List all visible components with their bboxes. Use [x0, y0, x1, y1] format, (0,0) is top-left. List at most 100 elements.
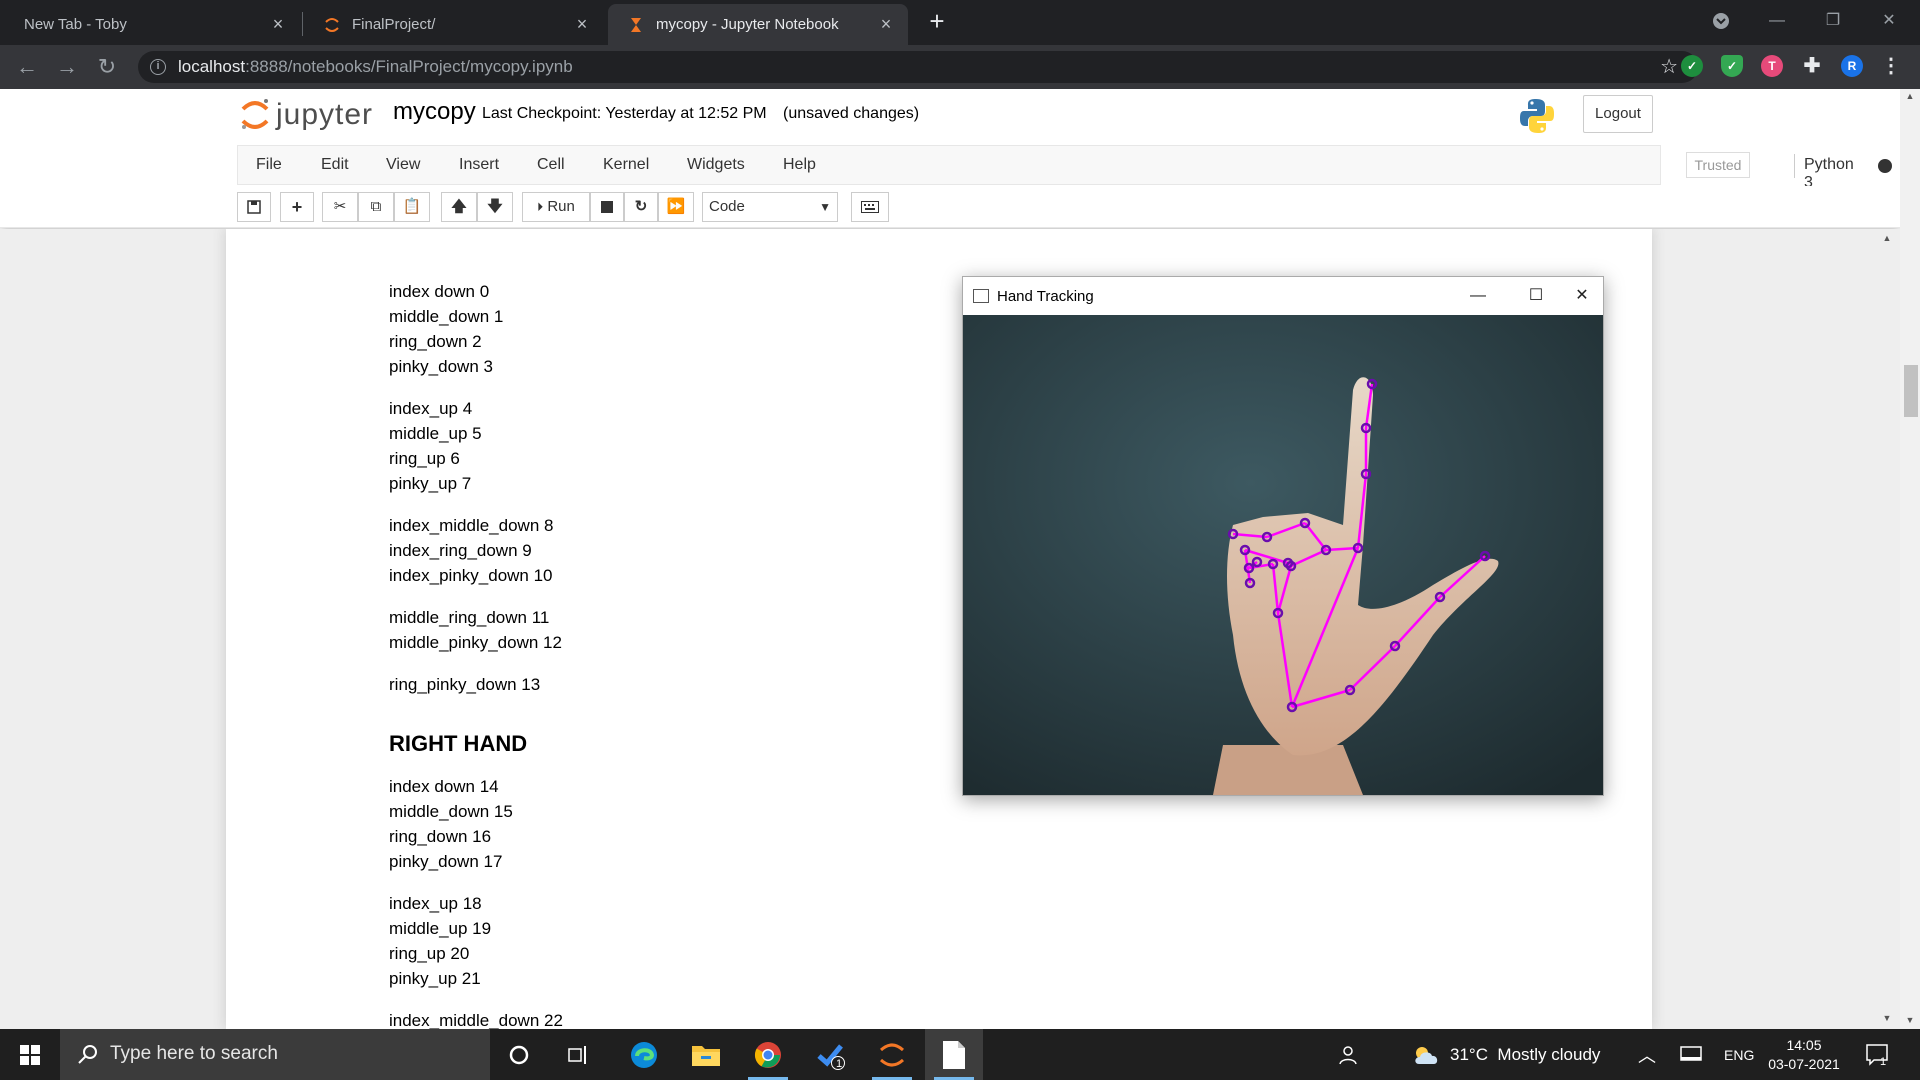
- file-explorer-app[interactable]: [677, 1029, 735, 1080]
- profile-avatar[interactable]: R: [1841, 55, 1863, 77]
- taskbar-search-box[interactable]: Type here to search: [60, 1029, 490, 1080]
- right-hand-heading: RIGHT HAND: [389, 731, 528, 756]
- menu-widgets[interactable]: Widgets: [687, 156, 745, 174]
- people-button[interactable]: [1336, 1029, 1358, 1080]
- arm-shape: [1213, 745, 1363, 795]
- scrollbar-thumb[interactable]: [1904, 365, 1918, 417]
- cut-button[interactable]: ✂: [322, 192, 358, 222]
- task-view-button[interactable]: [550, 1029, 608, 1080]
- cell-type-select[interactable]: Code ▼: [702, 192, 838, 222]
- jupyter-app[interactable]: [863, 1029, 921, 1080]
- page-scrollbar[interactable]: ▲ ▼: [1900, 89, 1920, 1029]
- close-button[interactable]: ✕: [1559, 283, 1605, 309]
- menu-insert[interactable]: Insert: [459, 156, 499, 174]
- close-tab-icon[interactable]: ×: [878, 15, 894, 33]
- menu-cell[interactable]: Cell: [537, 156, 565, 174]
- bookmark-star-icon[interactable]: ☆: [1660, 54, 1678, 79]
- jupyter-logo-icon: [241, 99, 269, 129]
- extensions-puzzle-icon[interactable]: ✚: [1801, 55, 1823, 77]
- logout-button[interactable]: Logout: [1583, 95, 1653, 133]
- extension-shield-icon[interactable]: ✓: [1721, 55, 1743, 77]
- markdown-group: index_middle_down 8 index_ring_down 9 in…: [389, 513, 553, 588]
- markdown-line: ring_pinky_down 13: [389, 675, 541, 694]
- tab-title: FinalProject/: [352, 16, 436, 33]
- run-button[interactable]: ⏵ Run: [522, 192, 590, 222]
- hourglass-favicon-icon: [628, 17, 644, 33]
- kernel-separator: [1794, 154, 1795, 178]
- todo-app[interactable]: 1: [801, 1029, 859, 1080]
- people-icon: [1339, 1045, 1357, 1064]
- notebook-name[interactable]: mycopy: [393, 98, 476, 126]
- chrome-menu-icon[interactable]: ⋮: [1880, 55, 1902, 77]
- document-icon: [943, 1040, 965, 1069]
- extension-check-icon[interactable]: ✓: [1681, 55, 1703, 77]
- paste-button[interactable]: 📋: [394, 192, 430, 222]
- menu-edit[interactable]: Edit: [321, 156, 349, 174]
- close-window-button[interactable]: ✕: [1866, 6, 1912, 36]
- clock-time: 14:05: [1786, 1037, 1822, 1053]
- markdown-line: pinky_up 21: [389, 969, 481, 988]
- notebook-scroll-down-icon[interactable]: ▼: [1878, 1013, 1896, 1023]
- reload-icon[interactable]: ↻: [92, 52, 122, 82]
- close-tab-icon[interactable]: ×: [270, 15, 286, 33]
- extension-t-icon[interactable]: T: [1761, 55, 1783, 77]
- restart-run-all-button[interactable]: ⏩: [658, 192, 694, 222]
- markdown-group: middle_ring_down 11 middle_pinky_down 12: [389, 605, 562, 655]
- maximize-button[interactable]: ☐: [1513, 283, 1559, 309]
- jupyter-logo[interactable]: jupyter: [240, 97, 373, 133]
- scroll-down-icon[interactable]: ▼: [1904, 1015, 1916, 1025]
- menu-kernel[interactable]: Kernel: [603, 156, 649, 174]
- back-arrow-icon[interactable]: ←: [12, 52, 42, 82]
- scroll-up-icon[interactable]: ▲: [1904, 91, 1916, 101]
- markdown-group: ring_pinky_down 13: [389, 672, 540, 697]
- edge-app[interactable]: [615, 1029, 673, 1080]
- markdown-line: middle_up 19: [389, 919, 492, 938]
- show-hidden-icons-button[interactable]: ︿: [1638, 1029, 1656, 1080]
- save-button[interactable]: [237, 192, 271, 222]
- jupyter-wordmark: jupyter: [276, 98, 374, 131]
- folder-icon: [692, 1045, 720, 1066]
- hand-tracking-window[interactable]: Hand Tracking — ☐ ✕: [962, 276, 1604, 796]
- menu-view[interactable]: View: [386, 156, 420, 174]
- display-icon[interactable]: [1680, 1029, 1702, 1080]
- tab-mycopy[interactable]: mycopy - Jupyter Notebook ×: [608, 4, 908, 45]
- site-info-icon[interactable]: i: [150, 59, 166, 75]
- hand-tracking-titlebar[interactable]: Hand Tracking — ☐ ✕: [963, 277, 1603, 315]
- notebook-scroll-up-icon[interactable]: ▲: [1878, 233, 1896, 243]
- minimize-button[interactable]: —: [1455, 283, 1501, 309]
- cortana-button[interactable]: [490, 1029, 548, 1080]
- taskbar-clock[interactable]: 14:05 03-07-2021: [1764, 1036, 1844, 1074]
- restore-window-button[interactable]: ❐: [1810, 6, 1856, 36]
- action-center-button[interactable]: 1: [1866, 1029, 1890, 1080]
- restart-button[interactable]: ↻: [624, 192, 658, 222]
- markdown-line: index_ring_down 9: [389, 541, 532, 560]
- windows-taskbar: Type here to search 1 31°C Mostly cloudy…: [0, 1029, 1920, 1080]
- new-tab-button[interactable]: +: [923, 8, 951, 36]
- close-tab-icon[interactable]: ×: [574, 15, 590, 33]
- menu-file[interactable]: File: [256, 156, 282, 174]
- move-down-button[interactable]: 🡇: [477, 192, 513, 222]
- notepad-app[interactable]: [925, 1029, 983, 1080]
- last-checkpoint: Last Checkpoint: Yesterday at 12:52 PM: [482, 105, 767, 122]
- weather-widget[interactable]: 31°C Mostly cloudy: [1412, 1029, 1600, 1080]
- menu-help[interactable]: Help: [783, 156, 816, 174]
- tab-new-tab-toby[interactable]: New Tab - Toby ×: [0, 4, 300, 45]
- trusted-indicator[interactable]: Trusted: [1686, 152, 1750, 178]
- address-bar[interactable]: i localhost:8888/notebooks/FinalProject/…: [138, 51, 1698, 83]
- start-button[interactable]: [0, 1029, 60, 1080]
- command-palette-button[interactable]: [851, 192, 889, 222]
- url-text[interactable]: localhost:8888/notebooks/FinalProject/my…: [178, 57, 573, 77]
- markdown-line: middle_ring_down 11: [389, 608, 550, 627]
- copy-button[interactable]: ⧉: [358, 192, 394, 222]
- insert-cell-button[interactable]: +: [280, 192, 314, 222]
- move-up-button[interactable]: 🡅: [441, 192, 477, 222]
- chrome-app[interactable]: [739, 1029, 797, 1080]
- tab-finalproject[interactable]: FinalProject/ ×: [304, 4, 604, 45]
- forward-arrow-icon[interactable]: →: [52, 52, 82, 82]
- tab-search-icon[interactable]: [1698, 6, 1744, 36]
- url-host: localhost: [178, 57, 246, 76]
- autosave-status: (unsaved changes): [783, 105, 920, 122]
- interrupt-button[interactable]: [590, 192, 624, 222]
- minimize-window-button[interactable]: —: [1754, 6, 1800, 36]
- input-language[interactable]: ENG: [1724, 1029, 1754, 1080]
